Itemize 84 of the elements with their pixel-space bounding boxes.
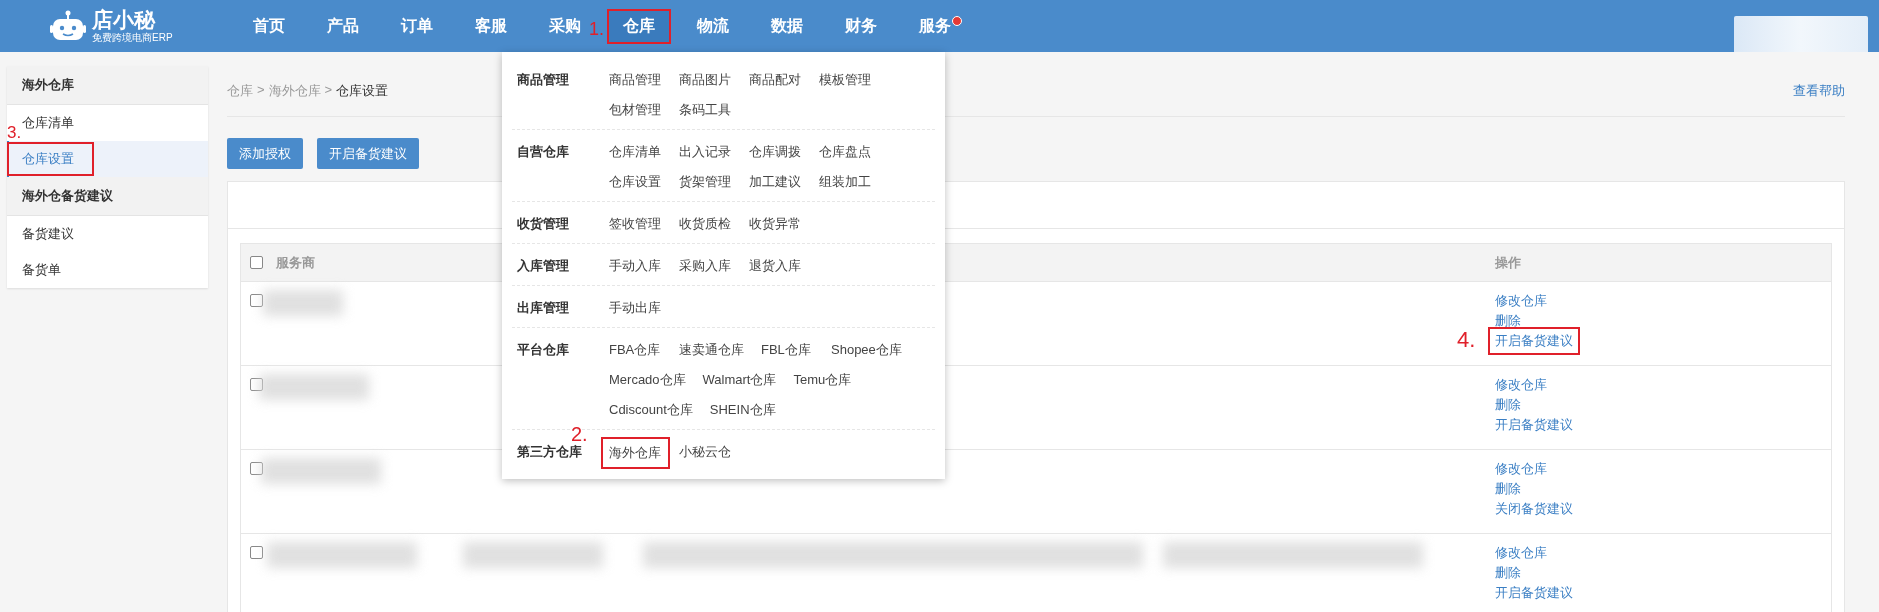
menu-item[interactable]: 采购入库 [679, 251, 732, 281]
sidebar-item[interactable]: 仓库清单 [22, 108, 74, 138]
row-action-link[interactable]: 关闭备货建议 [1495, 499, 1573, 519]
breadcrumb-separator: > [257, 82, 265, 99]
menu-item[interactable]: Cdiscount仓库 [609, 395, 693, 425]
menu-item[interactable]: 商品图片 [679, 65, 732, 95]
logo-tagline: 免费跨境电商ERP [92, 32, 173, 44]
nav-tab[interactable]: 物流 [697, 1, 729, 51]
nav-tab[interactable]: 客服 [475, 1, 507, 51]
menu-item[interactable]: 手动入库 [609, 251, 662, 281]
action-button[interactable]: 添加授权 [227, 138, 303, 169]
row-checkbox[interactable] [250, 546, 263, 559]
menu-item[interactable]: 收货质检 [679, 209, 732, 239]
menu-group-title: 平台仓库 [516, 341, 570, 359]
menu-item[interactable]: 收货异常 [749, 209, 802, 239]
menu-item[interactable]: FBA仓库 [609, 335, 662, 365]
nav-tab[interactable]: 数据 [771, 1, 803, 51]
row-action-link[interactable]: 开启备货建议 [1495, 583, 1573, 603]
annotation-number: 4. [1457, 329, 1476, 351]
menu-item[interactable]: 组装加工 [819, 167, 872, 197]
nav-tab[interactable]: 订单 [401, 1, 433, 51]
nav-tab[interactable]: 采购 [549, 1, 581, 51]
row-checkbox[interactable] [250, 294, 263, 307]
menu-item[interactable]: 仓库设置 [609, 167, 662, 197]
menu-item[interactable]: 手动出库 [609, 293, 662, 323]
menu-item[interactable]: Mercado仓库 [609, 365, 686, 395]
nav-tab[interactable]: 首页 [253, 1, 285, 51]
column-header: 操作 [1495, 253, 1521, 272]
select-all-checkbox[interactable] [250, 256, 263, 269]
menu-item[interactable]: Temu仓库 [793, 365, 852, 395]
nav-tab[interactable]: 服务 [919, 1, 951, 51]
menu-item[interactable]: 仓库清单 [609, 137, 662, 167]
sidebar-item[interactable]: 备货单 [22, 255, 61, 285]
nav-tab[interactable]: 仓库 [609, 10, 669, 42]
menu-item[interactable]: SHEIN仓库 [709, 395, 776, 425]
menu-item[interactable]: Shopee仓库 [831, 335, 902, 365]
sidebar-section-title: 海外仓备货建议 [7, 177, 208, 216]
menu-item[interactable]: FBL仓库 [761, 335, 814, 365]
annotation-number: 1. [589, 17, 604, 40]
row-action-link[interactable]: 开启备货建议 [1488, 327, 1580, 355]
row-action-link[interactable]: 删除 [1495, 479, 1573, 499]
menu-item[interactable]: 退货入库 [749, 251, 802, 281]
sidebar-section-title: 海外仓库 [7, 66, 208, 105]
menu-item[interactable]: 包材管理 [609, 95, 662, 125]
sidebar-item[interactable]: 备货建议 [22, 219, 74, 249]
row-action-link[interactable]: 修改仓库 [1495, 375, 1573, 395]
menu-item[interactable]: 海外仓库 [601, 437, 670, 469]
annotation-number: 2. [571, 423, 588, 445]
menu-group-title: 自营仓库 [516, 143, 570, 161]
menu-item[interactable]: Walmart仓库 [702, 365, 777, 395]
row-action-link[interactable]: 修改仓库 [1495, 291, 1573, 311]
menu-item[interactable]: 出入记录 [679, 137, 732, 167]
nav-tab[interactable]: 财务 [845, 1, 877, 51]
breadcrumb-link[interactable]: 仓库设置 [336, 82, 389, 100]
menu-item[interactable]: 商品配对 [749, 65, 802, 95]
sidebar-item[interactable]: 仓库设置 [9, 144, 92, 174]
menu-group-title: 入库管理 [516, 257, 570, 275]
menu-group-title: 出库管理 [516, 299, 570, 317]
row-action-link[interactable]: 修改仓库 [1495, 459, 1573, 479]
action-button[interactable]: 开启备货建议 [317, 138, 419, 169]
logo-name: 店小秘 [92, 8, 157, 32]
menu-item[interactable]: 速卖通仓库 [679, 335, 744, 365]
menu-group-title: 商品管理 [516, 71, 570, 89]
annotation-number: 3. [7, 123, 22, 143]
nav-tab[interactable]: 产品 [327, 1, 359, 51]
breadcrumb-separator: > [324, 82, 333, 99]
menu-group-title: 收货管理 [516, 215, 570, 233]
menu-item[interactable]: 货架管理 [679, 167, 732, 197]
menu-item[interactable]: 小秘云仓 [679, 437, 732, 467]
robot-logo-icon [50, 10, 86, 42]
help-link[interactable]: 查看帮助 [1793, 82, 1845, 100]
row-action-link[interactable]: 修改仓库 [1495, 543, 1573, 563]
column-header: 服务商 [276, 253, 315, 272]
menu-item[interactable]: 条码工具 [679, 95, 732, 125]
menu-item[interactable]: 仓库调拨 [749, 137, 802, 167]
menu-item[interactable]: 签收管理 [609, 209, 662, 239]
menu-group-title: 第三方仓库 [516, 443, 583, 461]
menu-item[interactable]: 模板管理 [819, 65, 872, 95]
menu-item[interactable]: 仓库盘点 [819, 137, 872, 167]
menu-item[interactable]: 商品管理 [609, 65, 662, 95]
row-action-link[interactable]: 删除 [1495, 395, 1573, 415]
row-action-link[interactable]: 开启备货建议 [1495, 415, 1573, 435]
menu-item[interactable]: 加工建议 [749, 167, 802, 197]
row-action-link[interactable]: 删除 [1495, 563, 1573, 583]
